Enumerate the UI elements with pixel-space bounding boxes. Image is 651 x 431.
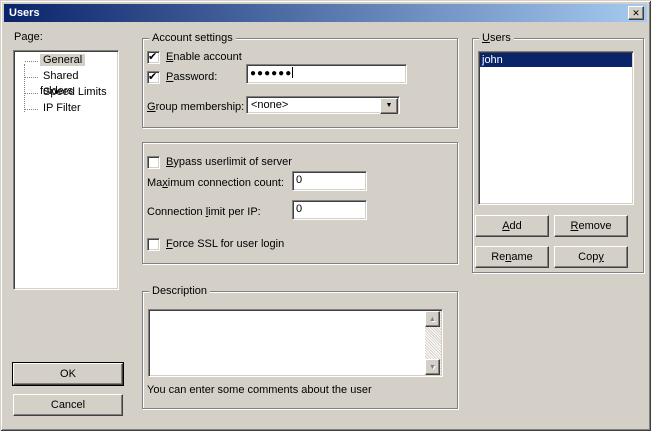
scroll-up-button[interactable]: ▲ xyxy=(425,311,440,327)
close-icon: ✕ xyxy=(632,8,640,18)
users-dialog: Users ✕ Page: General Shared folders Spe… xyxy=(0,0,651,431)
text-caret xyxy=(292,67,293,78)
password-label: Password: xyxy=(166,71,217,83)
tree-item-general[interactable]: General xyxy=(16,53,116,69)
ok-button[interactable]: OK xyxy=(13,363,123,385)
tree-item-ip-filter[interactable]: IP Filter xyxy=(16,101,116,117)
tree-item-label: General xyxy=(40,54,85,66)
close-button[interactable]: ✕ xyxy=(628,6,644,20)
remove-user-button[interactable]: Remove xyxy=(554,215,628,237)
page-tree: General Shared folders Speed Limits IP F… xyxy=(16,53,116,287)
users-group-title: Users xyxy=(479,31,514,45)
description-title: Description xyxy=(149,284,210,298)
conn-limit-per-ip-input[interactable]: 0 xyxy=(292,200,367,220)
password-input[interactable]: ●●●●●● xyxy=(246,64,407,84)
page-listbox[interactable]: General Shared folders Speed Limits IP F… xyxy=(13,50,119,290)
description-scrollbar[interactable]: ▲ ▼ xyxy=(425,311,441,375)
cancel-button[interactable]: Cancel xyxy=(13,394,123,416)
tree-item-label: Speed Limits xyxy=(40,86,110,98)
force-ssl-label: Force SSL for user login xyxy=(166,238,284,250)
enable-account-label: Enable account xyxy=(166,51,242,63)
max-connections-label: Maximum connection count: xyxy=(147,177,284,189)
scroll-down-button[interactable]: ▼ xyxy=(425,359,440,375)
tree-item-shared-folders[interactable]: Shared folders xyxy=(16,69,116,85)
arrow-up-icon: ▲ xyxy=(429,316,436,323)
enable-account-checkbox[interactable]: ✔ xyxy=(147,51,160,64)
group-membership-value: <none> xyxy=(251,99,288,111)
dropdown-button[interactable]: ▼ xyxy=(380,98,398,114)
add-user-button[interactable]: Add xyxy=(475,215,549,237)
group-membership-select[interactable]: <none> ▼ xyxy=(246,96,400,114)
description-note: You can enter some comments about the us… xyxy=(147,384,372,396)
tree-item-speed-limits[interactable]: Speed Limits xyxy=(16,85,116,101)
max-connections-value: 0 xyxy=(296,174,302,186)
force-ssl-checkbox[interactable]: ✔ xyxy=(147,238,160,251)
password-checkbox[interactable]: ✔ xyxy=(147,71,160,84)
account-settings-title: Account settings xyxy=(149,31,236,45)
check-icon: ✔ xyxy=(148,50,157,63)
window-title: Users xyxy=(9,7,40,19)
group-membership-label: Group membership: xyxy=(147,101,244,113)
max-connections-input[interactable]: 0 xyxy=(292,171,367,191)
password-value: ●●●●●● xyxy=(250,68,292,79)
users-listbox[interactable]: john xyxy=(478,51,634,205)
conn-limit-per-ip-value: 0 xyxy=(296,203,302,215)
chevron-down-icon: ▼ xyxy=(386,102,393,109)
conn-limit-per-ip-label: Connection limit per IP: xyxy=(147,206,261,218)
description-textarea[interactable]: ▲ ▼ xyxy=(148,309,443,377)
check-icon: ✔ xyxy=(148,70,157,83)
arrow-down-icon: ▼ xyxy=(429,364,436,371)
page-label: Page: xyxy=(14,31,43,43)
rename-user-button[interactable]: Rename xyxy=(475,246,549,268)
bypass-userlimit-checkbox[interactable]: ✔ xyxy=(147,156,160,169)
copy-user-button[interactable]: Copy xyxy=(554,246,628,268)
title-bar: Users xyxy=(4,4,647,22)
bypass-userlimit-label: Bypass userlimit of server xyxy=(166,156,292,168)
tree-item-label: IP Filter xyxy=(40,102,84,114)
user-list-item[interactable]: john xyxy=(480,53,632,67)
